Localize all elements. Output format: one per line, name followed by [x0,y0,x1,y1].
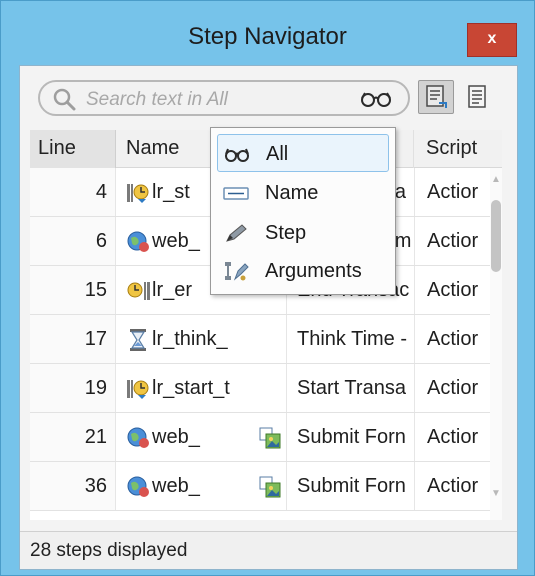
web-globe-icon [126,475,152,497]
search-icon [53,88,76,111]
cell-name-text: web_ [152,475,200,497]
cell-script: Actior [414,168,488,216]
cell-script: Actior [414,217,488,265]
arguments-icon [225,262,249,281]
menu-item-label: Step [265,222,307,244]
cell-step: Submit Forn [286,413,414,461]
document-icon [468,85,486,108]
web-globe-icon [126,230,152,252]
search-filter-menu: All Name Step Arguments [210,127,396,295]
scroll-thumb[interactable] [491,200,501,272]
transaction-start-icon [126,377,152,399]
scroll-up-arrow-icon[interactable]: ▲ [490,174,502,186]
name-field-icon [223,187,249,200]
cell-step: Start Transa [286,364,414,412]
glasses-icon [225,148,249,162]
cell-line: 15 [30,266,116,314]
cell-name-text: lr_st [152,181,190,203]
title-bar[interactable]: Step Navigator x [1,1,534,61]
cell-line: 17 [30,315,116,363]
menu-item-step[interactable]: Step [217,214,389,252]
cell-script: Actior [414,266,488,314]
table-row[interactable]: 21 web_ Submit Forn Actior [30,413,502,462]
transaction-end-icon [126,279,152,301]
table-row[interactable]: 19 lr_start_t Start Transa Actior [30,364,502,413]
cell-line: 21 [30,413,116,461]
cell-name: web_ [116,462,258,510]
form-image-icon [258,413,286,461]
window-title: Step Navigator [188,23,347,50]
document-sync-icon [426,85,447,108]
cell-line: 4 [30,168,116,216]
cell-line: 36 [30,462,116,510]
glasses-icon[interactable] [360,90,392,108]
transaction-start-icon [126,181,152,203]
cell-script: Actior [414,315,488,363]
menu-item-label: Arguments [265,260,362,282]
scroll-down-arrow-icon[interactable]: ▼ [490,488,502,500]
menu-item-label: Name [265,182,319,204]
close-button[interactable]: x [467,23,517,57]
table-row[interactable]: 36 web_ Submit Forn Actior [30,462,502,511]
column-header-line[interactable]: Line [30,130,116,168]
web-globe-icon [126,426,152,448]
table-row[interactable]: 17 lr_think_ Think Time - Actior [30,315,502,364]
script-view-button[interactable] [460,80,494,114]
search-placeholder: Search text in All [86,89,228,110]
cell-name-text: lr_think_ [152,328,228,350]
menu-item-arguments[interactable]: Arguments [217,252,389,290]
cell-step: Submit Forn [286,462,414,510]
form-image-icon [259,427,281,449]
form-image-icon [259,476,281,498]
cell-line: 19 [30,364,116,412]
menu-item-name[interactable]: Name [217,174,389,212]
menu-item-all[interactable]: All [217,134,389,172]
steps-count-label: 28 steps displayed [30,540,188,561]
step-navigator-window: Step Navigator x Search text in All Line… [0,0,535,576]
cell-name: web_ [116,413,258,461]
column-header-script[interactable]: Script [414,130,502,168]
cell-script: Actior [414,364,488,412]
hourglass-icon [126,328,152,351]
cell-name-text: web_ [152,426,200,448]
search-input[interactable]: Search text in All [38,80,410,116]
status-bar: 28 steps displayed [20,531,517,569]
cell-name-text: lr_start_t [152,377,230,399]
vertical-scrollbar[interactable]: ▲ ▼ [490,168,502,520]
sync-steps-button[interactable] [418,80,454,114]
pen-icon [226,224,247,242]
cell-name: lr_start_t [116,364,258,412]
cell-line: 6 [30,217,116,265]
cell-name-text: lr_er [152,279,193,301]
cell-name-text: web_ [152,230,200,252]
cell-name: lr_think_ [116,315,258,363]
form-image-icon [258,462,286,510]
menu-item-label: All [266,143,289,165]
cell-script: Actior [414,462,488,510]
cell-script: Actior [414,413,488,461]
cell-step: Think Time - [286,315,414,363]
